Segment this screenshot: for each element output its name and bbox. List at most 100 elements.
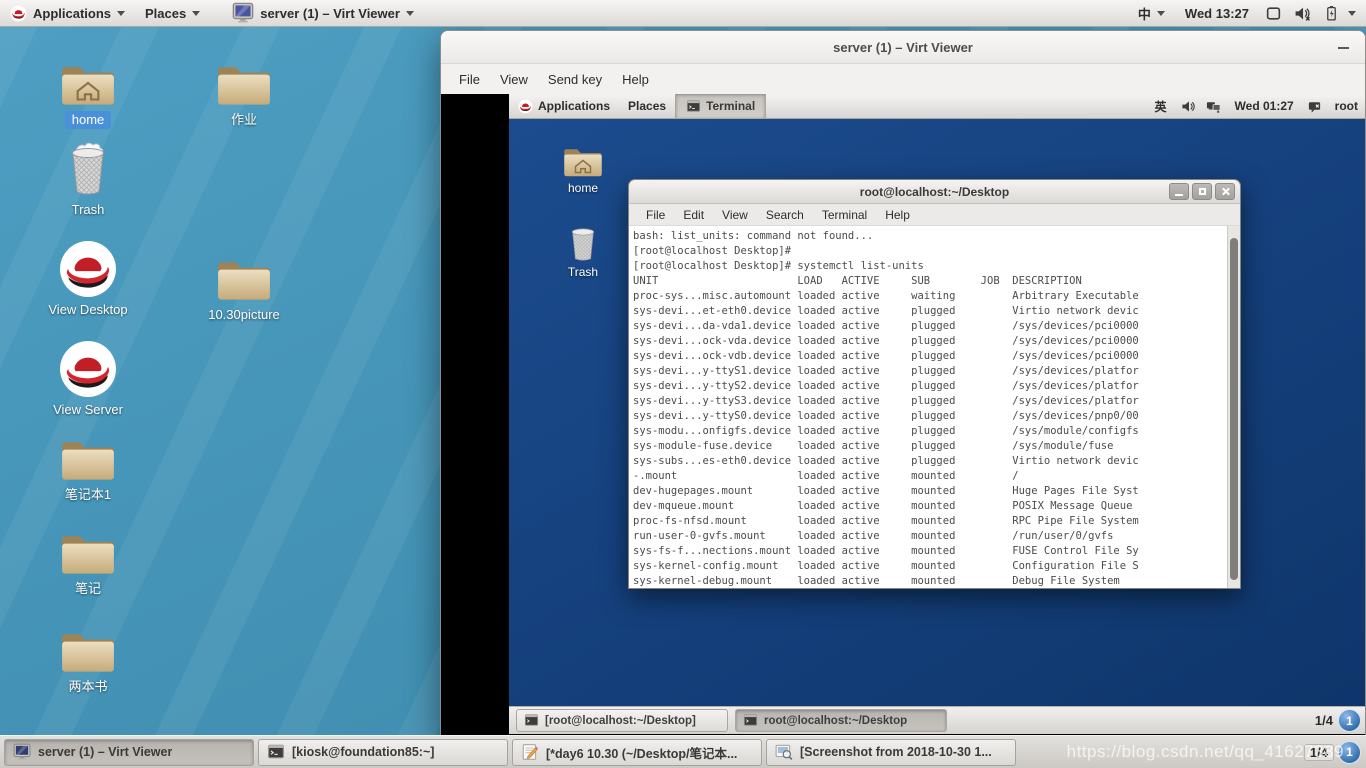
desktop-icon-view-server[interactable]: View Server [40, 340, 136, 419]
home-folder-icon [564, 149, 602, 177]
desktop-icon-home[interactable]: home [40, 50, 136, 129]
desktop-icon-folder[interactable]: 10.30picture [196, 245, 292, 324]
guest-terminal-button-label: Terminal [706, 99, 756, 113]
host-top-panel: Applications Places server (1) – Virt Vi… [0, 0, 1366, 27]
menu-send-key[interactable]: Send key [538, 72, 612, 87]
guest-taskbar-window-2[interactable]: root@localhost:~/Desktop [735, 709, 947, 732]
guest-applications-menu[interactable]: Applications [509, 94, 619, 118]
menu-help[interactable]: Help [612, 72, 659, 87]
guest-user-label: root [1334, 99, 1358, 113]
speaker-muted-icon [1295, 7, 1310, 21]
guest-workspace-badge[interactable]: 1 [1338, 709, 1361, 732]
folder-icon [62, 634, 114, 672]
guest-display-area: Applications Places Terminal 英 Wed 01:27… [441, 94, 1365, 735]
guest-network-indicator[interactable] [1201, 94, 1226, 118]
minimize-button[interactable] [1169, 183, 1189, 200]
guest-clock-label: Wed 01:27 [1234, 99, 1294, 113]
desktop-icon-view-desktop[interactable]: View Desktop [40, 240, 136, 319]
menu-edit[interactable]: Edit [674, 208, 713, 222]
desktop-icon-folder[interactable]: 作业 [196, 50, 292, 129]
guest-taskbar-window-label: root@localhost:~/Desktop [764, 714, 908, 727]
close-button[interactable] [1215, 183, 1235, 200]
folder-icon [218, 262, 270, 300]
guest-input-method-indicator[interactable]: 英 [1146, 94, 1176, 118]
battery-icon [1327, 5, 1336, 21]
menu-file[interactable]: File [449, 72, 490, 87]
input-method-label: 中 [1137, 6, 1151, 22]
terminal-window-controls [1169, 183, 1235, 200]
taskbar-window-gedit[interactable]: [*day6 10.30 (~/Desktop/笔记本... [512, 738, 762, 766]
guest-places-label: Places [628, 99, 667, 113]
host-workspace-badge[interactable]: 1 [1338, 740, 1361, 764]
menu-file[interactable]: File [637, 208, 674, 222]
scrollbar-thumb[interactable] [1230, 238, 1238, 580]
maximize-button[interactable] [1192, 183, 1212, 200]
menu-search[interactable]: Search [757, 208, 813, 222]
desktop-icon-label: View Server [53, 402, 123, 417]
volume-indicator[interactable] [1288, 0, 1317, 26]
taskbar-window-screenshot[interactable]: [Screenshot from 2018-10-30 1... [766, 738, 1016, 766]
text-editor-icon [522, 744, 539, 760]
places-menu[interactable]: Places [135, 0, 210, 26]
guest-user-menu[interactable]: root [1326, 94, 1365, 118]
desktop-icon-folder[interactable]: 两本书 [40, 617, 136, 696]
chat-icon [1308, 101, 1320, 113]
guest-volume-indicator[interactable] [1176, 94, 1201, 118]
chevron-down-icon [405, 11, 414, 16]
window-title: server (1) – Virt Viewer [833, 39, 973, 55]
folder-icon [62, 442, 114, 480]
menu-help[interactable]: Help [876, 208, 919, 222]
menu-terminal[interactable]: Terminal [813, 208, 876, 222]
applications-menu[interactable]: Applications [0, 0, 135, 26]
terminal-scrollbar[interactable] [1227, 226, 1240, 588]
host-workspace-area: 1/4 1 [1303, 740, 1366, 764]
terminal-title: root@localhost:~/Desktop [859, 184, 1010, 199]
host-panel-status-area: 中 Wed 13:27 [1128, 0, 1366, 26]
minimize-icon [1175, 194, 1183, 196]
folder-icon [218, 67, 270, 105]
guest-input-method-label: 英 [1154, 99, 1167, 114]
desktop-icon-folder[interactable]: 笔记 [40, 519, 136, 598]
folder-icon [62, 536, 114, 574]
battery-indicator[interactable] [1317, 0, 1346, 26]
guest-workspace-indicator: 1/4 [1314, 713, 1333, 728]
screen: Applications Places server (1) – Virt Vi… [0, 0, 1366, 768]
monitor-icon [13, 743, 31, 760]
guest-clock[interactable]: Wed 01:27 [1226, 94, 1303, 118]
terminal-titlebar[interactable]: root@localhost:~/Desktop [629, 180, 1240, 204]
display-indicator[interactable] [1259, 0, 1288, 26]
desktop-icon-label: home [64, 111, 112, 129]
chevron-down-icon [117, 11, 126, 16]
input-method-indicator[interactable]: 中 [1128, 0, 1175, 26]
virt-viewer-menubar: File View Send key Help [441, 64, 1365, 94]
guest-places-menu[interactable]: Places [619, 94, 675, 118]
guest-panel-status-area: 英 Wed 01:27 root [1146, 94, 1365, 118]
clock[interactable]: Wed 13:27 [1175, 0, 1259, 26]
speaker-icon [1181, 100, 1195, 112]
guest-taskbar-window-1[interactable]: [root@localhost:~/Desktop] [516, 709, 728, 732]
menu-view[interactable]: View [713, 208, 757, 222]
minimize-icon[interactable] [1338, 47, 1349, 49]
terminal-body[interactable]: bash: list_units: command not found... [… [629, 226, 1240, 588]
taskbar-window-virt-viewer[interactable]: server (1) – Virt Viewer [4, 738, 254, 766]
desktop-icon-label: View Desktop [48, 302, 128, 317]
chevron-down-icon [192, 11, 201, 16]
terminal-icon [524, 714, 539, 726]
screenshot-icon [775, 744, 793, 760]
status-menu[interactable] [1346, 0, 1366, 26]
menu-view[interactable]: View [490, 72, 538, 87]
guest-notification-indicator[interactable] [1303, 94, 1326, 118]
desktop-icon-folder[interactable]: 笔记本1 [40, 425, 136, 504]
trash-icon [72, 142, 104, 195]
guest-window-list-terminal[interactable]: Terminal [675, 94, 767, 118]
active-window-menu[interactable]: server (1) – Virt Viewer [222, 0, 424, 26]
desktop-icon-trash[interactable]: Trash [40, 140, 136, 219]
virt-viewer-titlebar[interactable]: server (1) – Virt Viewer [441, 31, 1365, 64]
host-taskbar: server (1) – Virt Viewer [kiosk@foundati… [0, 735, 1366, 768]
taskbar-window-kiosk-terminal[interactable]: [kiosk@foundation85:~] [258, 738, 508, 766]
desktop-icon-label: Trash [71, 202, 105, 217]
redhat-icon [60, 341, 116, 397]
guest-desktop-icon-trash[interactable]: Trash [549, 221, 617, 279]
guest-desktop-icon-home[interactable]: home [549, 137, 617, 195]
close-icon [1221, 187, 1230, 196]
